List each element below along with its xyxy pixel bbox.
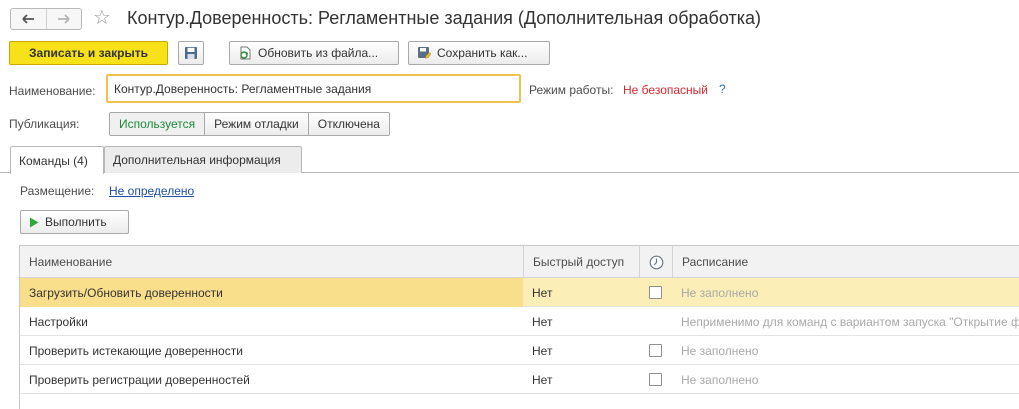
tab-bar: Команды (4) Дополнительная информация xyxy=(0,146,1019,174)
publication-label: Публикация: xyxy=(9,117,80,131)
tab-commands[interactable]: Команды (4) xyxy=(10,146,104,174)
publication-option-used[interactable]: Используется xyxy=(110,113,205,135)
title-bar: ☆ Контур.Доверенность: Регламентные зада… xyxy=(0,0,1019,38)
publication-selector: Используется Режим отладки Отключена xyxy=(109,112,390,136)
row-name: Проверить истекающие доверенности xyxy=(29,343,243,358)
arrow-left-icon xyxy=(22,14,35,24)
publication-option-debug[interactable]: Режим отладки xyxy=(204,113,308,135)
arrow-right-icon xyxy=(57,14,70,24)
save-and-close-label: Записать и закрыть xyxy=(29,46,148,60)
row-quick-access[interactable]: Нет xyxy=(523,307,639,336)
run-button[interactable]: Выполнить xyxy=(20,210,129,234)
row-name: Проверить регистрации доверенностей xyxy=(29,372,250,387)
row-schedule[interactable]: Не заполнено xyxy=(672,336,1019,365)
save-as-icon xyxy=(417,46,431,60)
row-schedule-checkbox-cell xyxy=(639,365,672,394)
help-link[interactable]: ? xyxy=(719,82,726,96)
row-name: Загрузить/Обновить доверенности xyxy=(20,278,523,307)
back-button[interactable] xyxy=(11,9,46,29)
save-button[interactable] xyxy=(178,41,204,65)
row-schedule[interactable]: Не заполнено xyxy=(672,278,1019,307)
name-label: Наименование: xyxy=(9,84,96,98)
save-as-label: Сохранить как... xyxy=(437,46,528,60)
star-icon[interactable]: ☆ xyxy=(93,6,111,28)
save-and-close-button[interactable]: Записать и закрыть xyxy=(9,41,168,65)
name-input[interactable] xyxy=(106,74,521,103)
row-schedule[interactable]: Не заполнено xyxy=(672,365,1019,394)
navigation-group xyxy=(10,8,82,30)
row-quick-access[interactable]: Нет xyxy=(523,278,639,307)
table-row[interactable]: Проверить регистрации доверенностей Нет … xyxy=(20,365,1019,394)
row-schedule-checkbox-cell xyxy=(639,336,672,365)
save-as-button[interactable]: Сохранить как... xyxy=(408,41,550,65)
forward-button[interactable] xyxy=(45,9,82,29)
row-quick-access[interactable]: Нет xyxy=(523,365,639,394)
table-header: Наименование Быстрый доступ Расписание xyxy=(20,246,1019,278)
run-label: Выполнить xyxy=(45,215,107,229)
row-quick-access[interactable]: Нет xyxy=(523,336,639,365)
column-name[interactable]: Наименование xyxy=(20,246,523,278)
placement-label: Размещение: xyxy=(20,184,95,198)
table-row[interactable]: Загрузить/Обновить доверенности Нет Не з… xyxy=(20,278,1019,307)
placement-link[interactable]: Не определено xyxy=(109,184,194,198)
row-schedule: Неприменимо для команд с вариантом запус… xyxy=(681,314,1019,329)
clock-icon xyxy=(649,255,663,269)
schedule-checkbox[interactable] xyxy=(649,373,662,386)
row-name: Настройки xyxy=(29,314,88,329)
publication-option-disabled[interactable]: Отключена xyxy=(307,113,389,135)
play-icon xyxy=(29,217,39,228)
schedule-checkbox[interactable] xyxy=(649,286,662,299)
load-from-file-button[interactable]: Обновить из файла... xyxy=(229,41,399,65)
mode-value[interactable]: Не безопасный xyxy=(623,83,708,97)
table-row[interactable]: Проверить истекающие доверенности Нет Не… xyxy=(20,336,1019,365)
column-schedule[interactable]: Расписание xyxy=(672,246,1019,278)
mode-label: Режим работы: xyxy=(529,83,614,97)
row-schedule-checkbox-cell xyxy=(639,307,672,336)
row-schedule-checkbox-cell xyxy=(639,278,672,307)
column-quick-access[interactable]: Быстрый доступ xyxy=(523,246,639,278)
window-title: Контур.Доверенность: Регламентные задани… xyxy=(127,8,761,28)
floppy-icon xyxy=(185,47,197,59)
load-from-file-label: Обновить из файла... xyxy=(258,46,379,60)
file-refresh-icon xyxy=(238,46,252,60)
table-row[interactable]: Настройки Нет Неприменимо для команд с в… xyxy=(20,307,1019,336)
column-schedule-flag[interactable] xyxy=(639,246,672,278)
commands-table: Наименование Быстрый доступ Расписание З… xyxy=(19,245,1019,409)
tab-additional-info[interactable]: Дополнительная информация xyxy=(104,146,302,173)
schedule-checkbox[interactable] xyxy=(649,344,662,357)
